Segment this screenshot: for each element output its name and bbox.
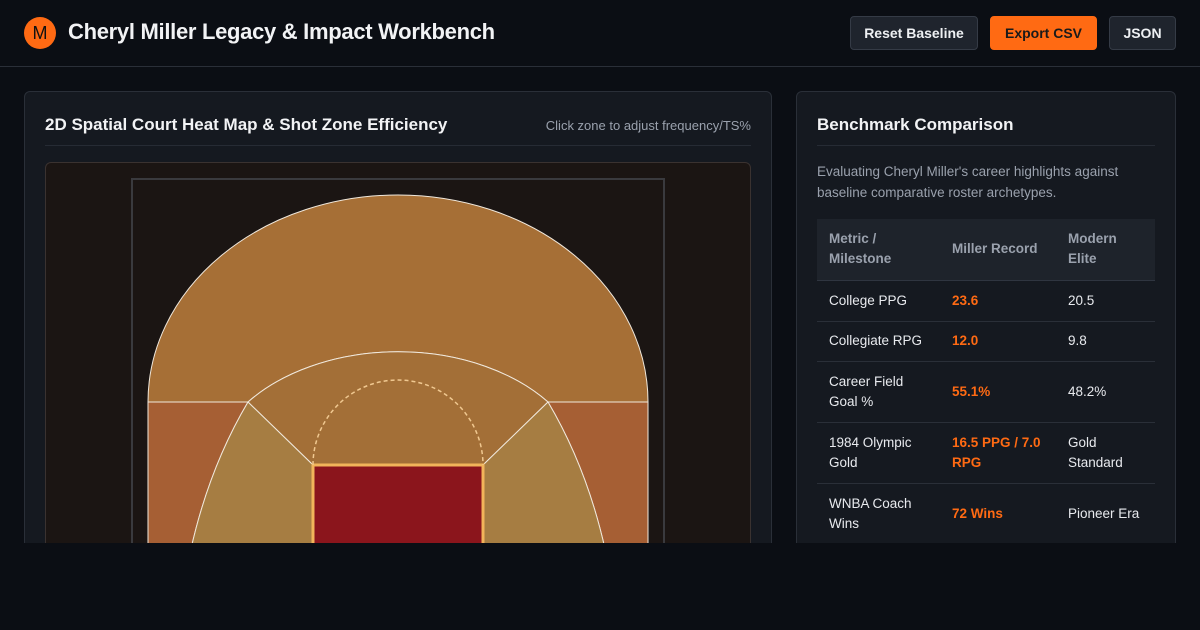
benchmark-panel-title: Benchmark Comparison — [817, 115, 1014, 134]
zone-paint[interactable] — [311, 463, 485, 551]
metric-cell: College PPG — [817, 280, 940, 322]
table-row: Career Field Goal % 55.1% 48.2% — [817, 361, 1155, 423]
miller-value-cell: 16.5 PPG / 7.0 RPG — [940, 422, 1056, 484]
reset-baseline-button[interactable]: Reset Baseline — [850, 16, 978, 50]
export-csv-button[interactable]: Export CSV — [990, 16, 1097, 50]
metric-cell: Collegiate RPG — [817, 321, 940, 362]
column-header-miller: Miller Record — [940, 219, 1056, 281]
table-row: Collegiate RPG 12.0 9.8 — [817, 321, 1155, 362]
column-header-elite: Modern Elite — [1056, 219, 1155, 281]
miller-value-cell: 23.6 — [940, 280, 1056, 322]
export-json-button[interactable]: JSON — [1109, 16, 1176, 50]
court-heatmap-panel: 2D Spatial Court Heat Map & Shot Zone Ef… — [24, 91, 772, 551]
column-header-metric: Metric / Milestone — [817, 219, 940, 281]
miller-value-cell: 12.0 — [940, 321, 1056, 362]
logo-badge: M — [24, 17, 56, 49]
metric-cell: 1984 Olympic Gold — [817, 422, 940, 484]
benchmark-table: Metric / Milestone Miller Record Modern … — [817, 219, 1155, 545]
panel-divider — [45, 145, 751, 146]
elite-value-cell: 20.5 — [1056, 280, 1155, 322]
table-header-row: Metric / Milestone Miller Record Modern … — [817, 219, 1155, 281]
elite-value-cell: Pioneer Era — [1056, 483, 1155, 545]
metric-cell: Career Field Goal % — [817, 361, 940, 423]
elite-value-cell: 48.2% — [1056, 361, 1155, 423]
miller-value-cell: 72 Wins — [940, 483, 1056, 545]
app-header: M Cheryl Miller Legacy & Impact Workbenc… — [0, 0, 1200, 67]
court-svg — [131, 178, 665, 551]
panel-divider — [817, 145, 1155, 146]
bottom-backdrop — [0, 543, 1200, 630]
benchmark-description: Evaluating Cheryl Miller's career highli… — [817, 164, 1119, 200]
court-panel-title: 2D Spatial Court Heat Map & Shot Zone Ef… — [45, 115, 448, 134]
table-row: 1984 Olympic Gold 16.5 PPG / 7.0 RPG Gol… — [817, 422, 1155, 484]
elite-value-cell: 9.8 — [1056, 321, 1155, 362]
table-row: WNBA Coach Wins 72 Wins Pioneer Era — [817, 483, 1155, 545]
app-title: Cheryl Miller Legacy & Impact Workbench — [68, 19, 495, 44]
court-panel-hint: Click zone to adjust frequency/TS% — [545, 118, 751, 133]
miller-value-cell: 55.1% — [940, 361, 1056, 423]
court-canvas — [45, 162, 751, 551]
table-row: College PPG 23.6 20.5 — [817, 280, 1155, 322]
benchmark-panel: Benchmark Comparison Evaluating Cheryl M… — [796, 91, 1176, 551]
elite-value-cell: Gold Standard — [1056, 422, 1155, 484]
metric-cell: WNBA Coach Wins — [817, 483, 940, 545]
